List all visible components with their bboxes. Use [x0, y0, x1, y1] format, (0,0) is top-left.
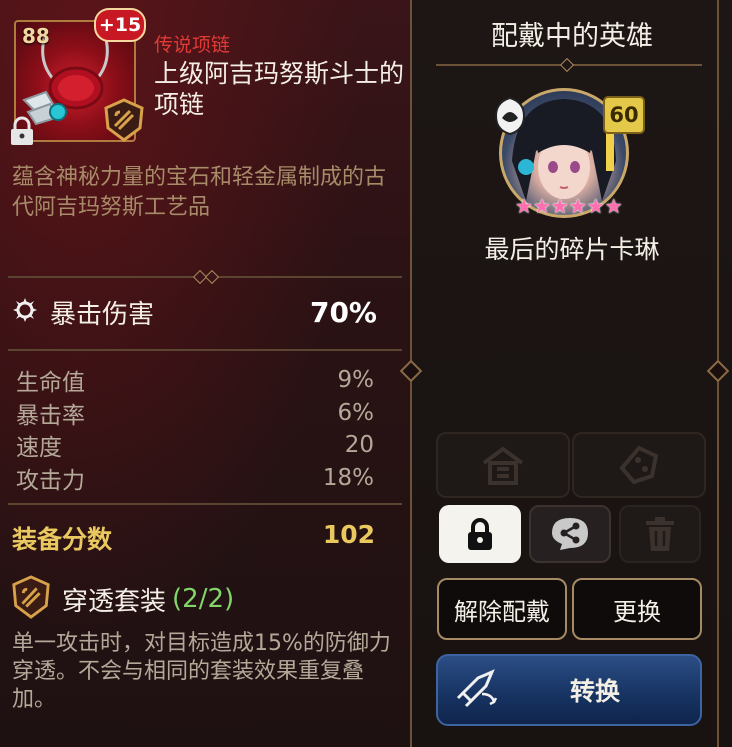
hero-class-icon [490, 96, 530, 140]
item-type: 传说项链 [154, 34, 231, 56]
sub-stat-row: 生命值 9% [16, 364, 374, 397]
convert-button[interactable]: 转换 [436, 654, 702, 726]
dice-icon [619, 445, 659, 485]
discard-button[interactable] [619, 505, 701, 563]
hero-stars: ★ ★ ★ ★ ★ ★ [515, 194, 623, 218]
item-name: 上级阿吉玛努斯斗士的项链 [154, 59, 405, 119]
star-icon: ★ [604, 194, 623, 218]
trash-icon [646, 517, 674, 551]
set-description: 单一攻击时，对目标造成15%的防御力穿透。不会与相同的套装效果重复叠加。 [12, 631, 391, 712]
sub-stat-row: 攻击力 18% [16, 462, 374, 495]
item-description: 蕴含神秘力量的宝石和轻金属制成的古代阿吉玛努斯工艺品 [12, 165, 387, 220]
sub-stat-value: 18% [322, 464, 374, 491]
item-level: 88 [22, 24, 50, 48]
gear-score-row: 装备分数 102 [12, 520, 375, 556]
sub-stat-row: 速度 20 [16, 429, 374, 462]
lock-icon [8, 116, 36, 150]
sub-stat-label: 攻击力 [16, 467, 85, 494]
main-stat-row: 暴击伤害 70% [12, 290, 377, 334]
sub-stat-value: 9% [337, 367, 375, 394]
share-icon [552, 518, 588, 550]
section-divider [8, 503, 402, 505]
storage-button[interactable] [436, 432, 570, 498]
share-button[interactable] [529, 505, 611, 563]
lock-button[interactable] [439, 505, 521, 563]
sub-stat-value: 6% [337, 399, 375, 426]
gear-score-label: 装备分数 [12, 525, 113, 554]
storage-icon [482, 446, 524, 485]
star-icon: ★ [568, 194, 587, 218]
set-count: (2/2) [172, 584, 235, 614]
star-icon: ★ [515, 194, 533, 218]
convert-label: 转换 [570, 677, 621, 706]
set-title: 穿透套装 [62, 586, 167, 617]
random-button[interactable] [572, 432, 706, 498]
sub-stat-label: 暴击率 [16, 402, 85, 429]
penetration-set-icon [10, 575, 52, 623]
sub-stats-list: 生命值 9% 暴击率 6% 速度 20 攻击力 18% [16, 364, 374, 494]
main-stat-value: 70% [309, 295, 377, 329]
star-icon: ★ [532, 194, 551, 218]
convert-icon [452, 668, 500, 712]
unequip-button[interactable]: 解除配戴 [437, 578, 567, 640]
hero-level-badge: 60 [603, 96, 645, 134]
equipped-hero-title: 配戴中的英雄 [491, 21, 653, 52]
crit-damage-icon [12, 297, 38, 327]
penetration-set-icon [102, 98, 146, 146]
change-button[interactable]: 更换 [572, 578, 702, 640]
set-effect-header: 穿透套装 (2/2) [10, 575, 234, 623]
gear-score-value: 102 [322, 520, 375, 549]
sub-stat-row: 暴击率 6% [16, 397, 374, 430]
enhance-badge: +15 [94, 8, 146, 42]
section-divider [8, 349, 402, 351]
lock-icon [468, 518, 492, 550]
sub-stat-label: 速度 [16, 435, 62, 462]
main-stat-label: 暴击伤害 [50, 299, 155, 330]
sub-stat-value: 20 [344, 432, 374, 459]
star-icon: ★ [550, 194, 569, 218]
hero-name: 最后的碎片卡琳 [484, 235, 660, 264]
sub-stat-label: 生命值 [16, 370, 85, 397]
star-icon: ★ [586, 194, 605, 218]
